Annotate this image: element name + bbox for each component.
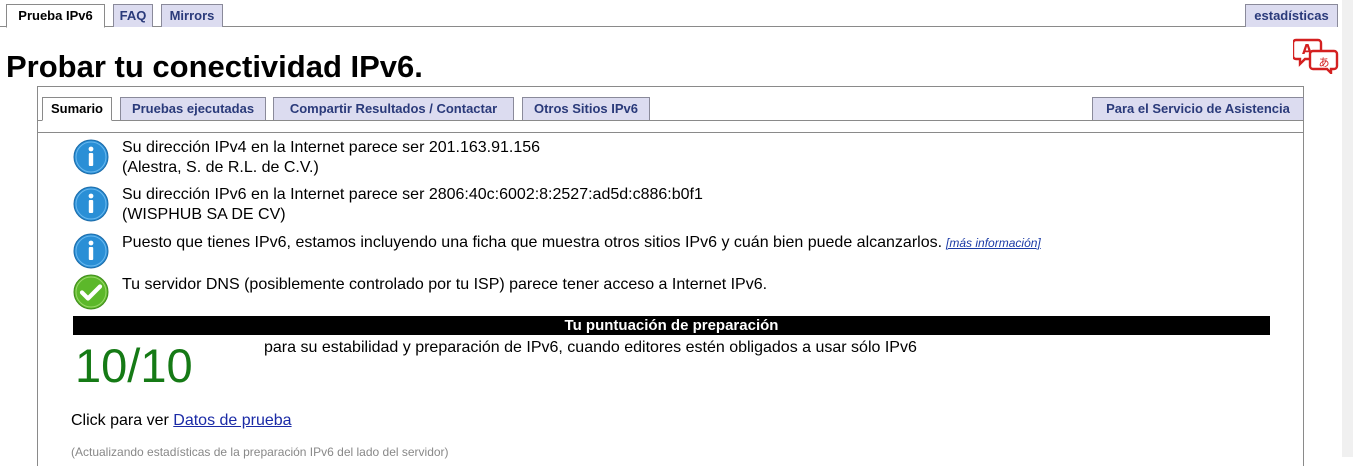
tab-prueba-ipv6[interactable]: Prueba IPv6 bbox=[6, 4, 105, 28]
ipv4-address-text: Su dirección IPv4 en la Internet parece … bbox=[122, 139, 541, 156]
info-icon bbox=[73, 139, 109, 175]
svg-text:あ: あ bbox=[1319, 56, 1330, 69]
top-tab-bar: Prueba IPv6 FAQ Mirrors estadísticas bbox=[0, 0, 1357, 28]
tab-compartir-resultados[interactable]: Compartir Resultados / Contactar bbox=[273, 97, 514, 120]
tab-otros-sitios[interactable]: Otros Sitios IPv6 bbox=[522, 97, 650, 120]
page-title: Probar tu conectividad IPv6. bbox=[6, 49, 423, 84]
vertical-scrollbar[interactable] bbox=[1338, 0, 1357, 457]
ipv6-address-text: Su dirección IPv6 en la Internet parece … bbox=[122, 186, 703, 203]
check-icon bbox=[73, 274, 109, 310]
score-header: Tu puntuación de preparación bbox=[73, 316, 1270, 335]
ipv6-tab-note-sentence: Puesto que tienes IPv6, estamos incluyen… bbox=[122, 234, 943, 251]
tab-sumario[interactable]: Sumario bbox=[42, 97, 112, 121]
tab-estadisticas[interactable]: estadísticas bbox=[1245, 4, 1338, 27]
ipv6-isp-text: (WISPHUB SA DE CV) bbox=[122, 206, 286, 223]
tab-faq[interactable]: FAQ bbox=[113, 4, 153, 27]
ipv4-isp-text: (Alestra, S. de R.L. de C.V.) bbox=[122, 159, 319, 176]
tab-mirrors[interactable]: Mirrors bbox=[161, 4, 223, 27]
dns-text: Tu servidor DNS (posiblemente controlado… bbox=[122, 276, 768, 293]
content-top-divider bbox=[38, 132, 1303, 133]
info-icon bbox=[73, 186, 109, 222]
tab-servicio-asistencia[interactable]: Para el Servicio de Asistencia bbox=[1092, 97, 1304, 120]
ipv6-tab-note-text: Puesto que tienes IPv6, estamos incluyen… bbox=[122, 233, 1041, 253]
test-data-prefix: Click para ver bbox=[71, 412, 169, 429]
translate-icon[interactable]: A あ bbox=[1293, 38, 1339, 74]
more-info-link[interactable]: [más información] bbox=[946, 236, 1041, 250]
test-data-link[interactable]: Datos de prueba bbox=[173, 412, 291, 429]
sub-tab-divider bbox=[38, 120, 1303, 121]
info-icon bbox=[73, 233, 109, 269]
score-description: para su estabilidad y preparación de IPv… bbox=[264, 339, 917, 356]
tab-pruebas-ejecutadas[interactable]: Pruebas ejecutadas bbox=[120, 97, 266, 120]
test-data-line: Click para ver Datos de prueba bbox=[71, 411, 292, 431]
scrollbar-track[interactable] bbox=[1342, 0, 1353, 457]
score-value: 10/10 bbox=[75, 339, 193, 392]
